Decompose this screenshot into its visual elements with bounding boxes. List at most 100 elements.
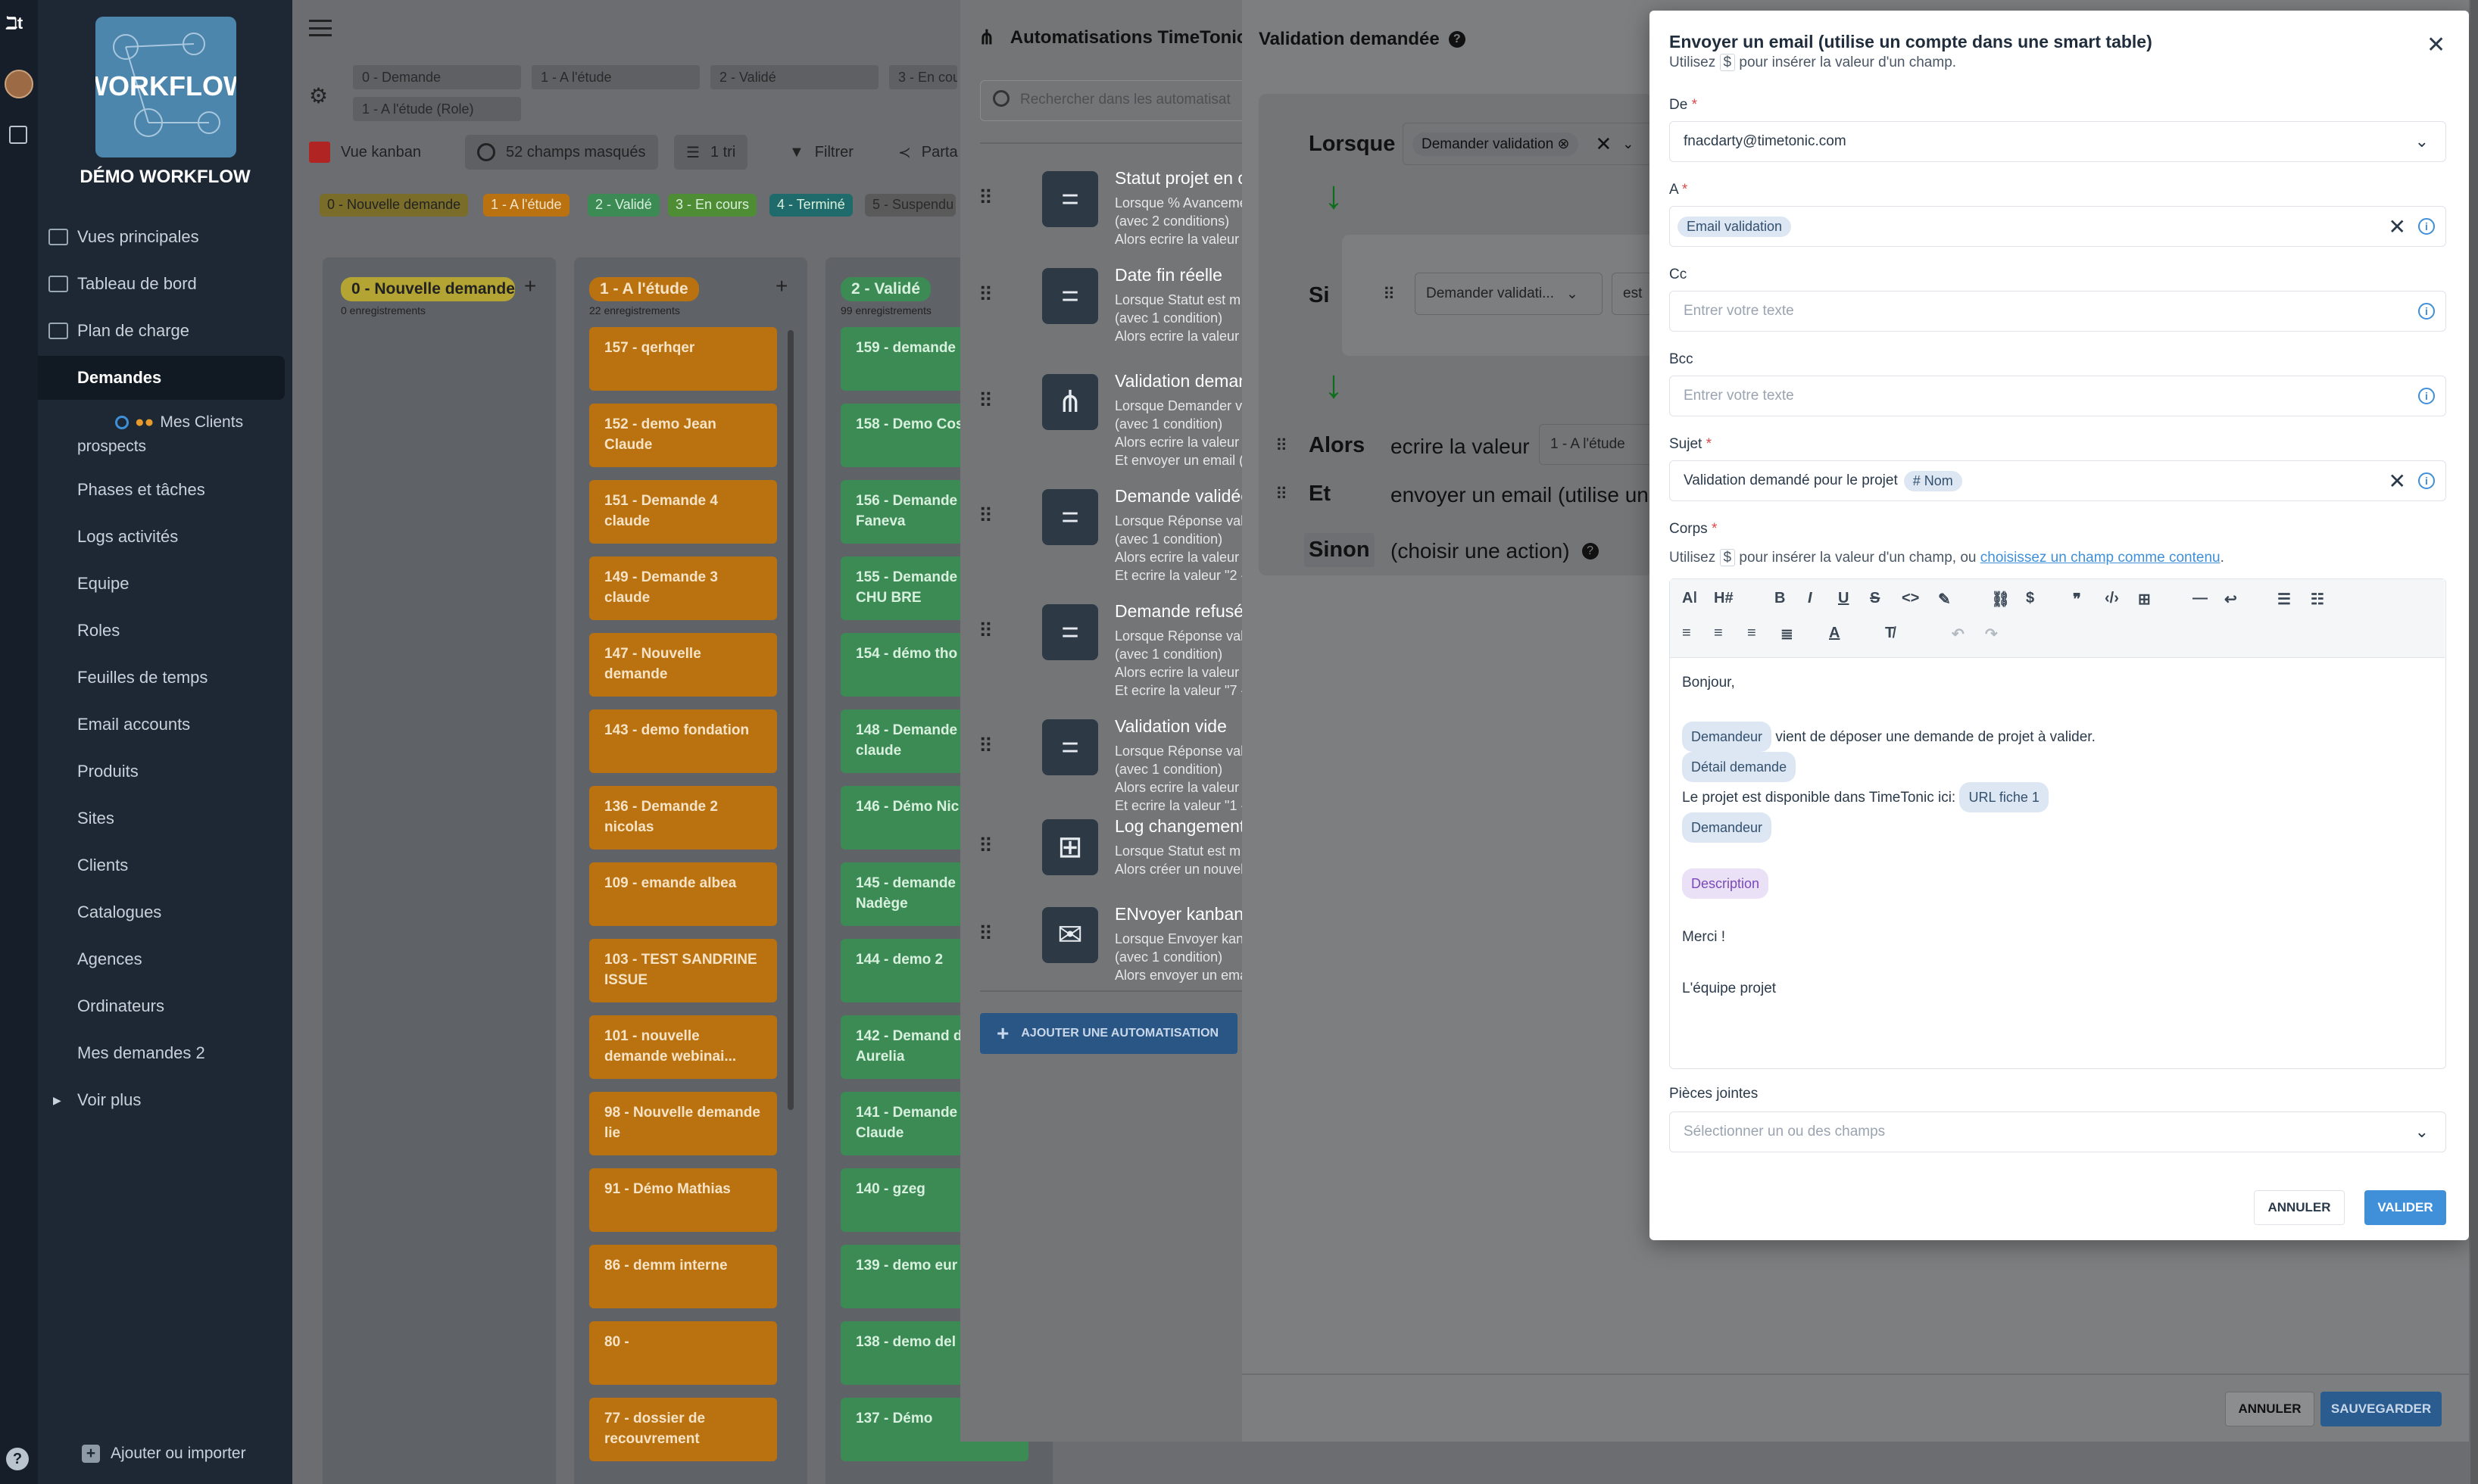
- code-icon[interactable]: <>: [1902, 590, 1919, 607]
- save-button[interactable]: SAUVEGARDER: [2320, 1392, 2442, 1426]
- body-tag-url[interactable]: URL fiche 1: [1959, 782, 2049, 812]
- hidden-fields-button[interactable]: 52 champs masqués: [465, 135, 658, 170]
- drag-handle-icon[interactable]: ⠿: [978, 283, 993, 307]
- align-left-icon[interactable]: ≡: [1682, 625, 1691, 642]
- info-icon[interactable]: i: [2418, 388, 2435, 404]
- filter-chip-3[interactable]: 3 - En cou: [889, 65, 957, 89]
- drag-handle-icon[interactable]: ⠿: [978, 619, 993, 643]
- body-tag-demandeur[interactable]: Demandeur: [1682, 722, 1772, 752]
- bullet-list-icon[interactable]: ☰: [2277, 590, 2291, 609]
- sidebar-item-phases[interactable]: Phases et tâches: [38, 468, 285, 512]
- redo-icon[interactable]: ↷: [1985, 625, 1998, 644]
- filter-chip-4[interactable]: 1 - A l'étude (Role): [353, 97, 521, 121]
- automation-item[interactable]: ⠿ = Demande refusée Lorsque Réponse vali…: [975, 601, 1278, 710]
- menu-icon[interactable]: [309, 20, 332, 36]
- sidebar-item-mes-clients[interactable]: ●● Mes Clients prospects: [77, 410, 282, 459]
- and-action[interactable]: envoyer un email (utilise un c: [1390, 483, 1660, 507]
- subject-input[interactable]: Validation demandé pour le projet # Nom …: [1669, 460, 2446, 501]
- card[interactable]: 136 - Demande 2 nicolas: [589, 786, 777, 850]
- align-center-icon[interactable]: ≡: [1714, 625, 1723, 642]
- sidebar-item-roles[interactable]: Roles: [38, 609, 285, 653]
- add-automation-button[interactable]: + AJOUTER UNE AUTOMATISATION: [980, 1013, 1237, 1054]
- calendar-icon[interactable]: [9, 126, 27, 144]
- automation-item[interactable]: ⠿ = Demande validée Lorsque Réponse vali…: [975, 486, 1278, 595]
- help-icon[interactable]: ?: [1581, 543, 1599, 560]
- info-icon[interactable]: i: [2418, 218, 2435, 235]
- automation-item[interactable]: ⠿ ✉ ENvoyer kanban Lorsque Envoyer kanb(…: [975, 904, 1278, 1013]
- cc-input[interactable]: Entrer votre texte i: [1669, 291, 2446, 332]
- horizontal-rule-icon[interactable]: —: [2192, 590, 2208, 607]
- sidebar-item-tableau-de-bord[interactable]: Tableau de bord: [38, 262, 285, 306]
- filter-settings-icon[interactable]: ⚙: [309, 83, 328, 108]
- align-justify-icon[interactable]: ≣: [1780, 625, 1793, 644]
- italic-icon[interactable]: I: [1808, 590, 1812, 607]
- subject-tag[interactable]: # Nom: [1903, 470, 1962, 491]
- card[interactable]: 147 - Nouvelle demande: [589, 633, 777, 697]
- column-scrollbar[interactable]: [788, 330, 794, 1110]
- card[interactable]: 86 - demm interne: [589, 1245, 777, 1308]
- card[interactable]: 91 - Démo Mathias: [589, 1168, 777, 1232]
- drag-handle-icon[interactable]: ⠿: [978, 504, 993, 528]
- sidebar-item-feuilles[interactable]: Feuilles de temps: [38, 656, 285, 700]
- drag-handle-icon[interactable]: ⠿: [1275, 485, 1287, 504]
- dollar-icon[interactable]: $: [2026, 590, 2034, 607]
- sidebar-item-ordinateurs[interactable]: Ordinateurs: [38, 984, 285, 1028]
- drag-handle-icon[interactable]: ⠿: [1275, 436, 1287, 456]
- info-icon[interactable]: i: [2418, 303, 2435, 320]
- sidebar-item-voir-plus[interactable]: ▶ Voir plus: [38, 1078, 285, 1122]
- sidebar-item-sites[interactable]: Sites: [38, 797, 285, 840]
- card[interactable]: 103 - TEST SANDRINE ISSUE: [589, 939, 777, 1002]
- validate-button[interactable]: VALIDER: [2364, 1190, 2446, 1225]
- chevron-down-icon[interactable]: ⌄: [1622, 136, 1634, 152]
- card[interactable]: 98 - Nouvelle demande lie: [589, 1092, 777, 1155]
- drag-handle-icon[interactable]: ⠿: [978, 834, 993, 858]
- from-select[interactable]: fnacdarty@timetonic.com ⌄: [1669, 121, 2446, 162]
- automation-item[interactable]: ⠿ = Statut projet en co Lorsque % Avance…: [975, 168, 1278, 277]
- automations-search-input[interactable]: Rechercher dans les automatisat: [980, 80, 1278, 121]
- avatar[interactable]: [5, 70, 33, 98]
- body-tag-demandeur-2[interactable]: Demandeur: [1682, 812, 1772, 843]
- add-card-icon[interactable]: +: [776, 274, 788, 298]
- card[interactable]: 80 -: [589, 1321, 777, 1385]
- sort-button[interactable]: ☰ 1 tri: [674, 135, 748, 170]
- code-block-icon[interactable]: ‹/›: [2105, 590, 2119, 607]
- clear-icon[interactable]: ✕: [1595, 132, 1612, 156]
- cancel-button[interactable]: ANNULER: [2225, 1392, 2314, 1426]
- sidebar-item-logs[interactable]: Logs activités: [38, 515, 285, 559]
- font-size-icon[interactable]: Aǀ: [1682, 590, 1697, 607]
- add-card-icon[interactable]: +: [524, 274, 536, 298]
- kanban-view-button[interactable]: Vue kanban: [309, 136, 421, 168]
- sidebar-item-email-accounts[interactable]: Email accounts: [38, 703, 285, 747]
- help-icon[interactable]: ?: [6, 1448, 29, 1470]
- sidebar-item-mes-demandes-2[interactable]: Mes demandes 2: [38, 1031, 285, 1075]
- filter-chip-0[interactable]: 0 - Demande: [353, 65, 521, 89]
- sidebar-item-vues-principales[interactable]: Vues principales: [38, 215, 285, 259]
- card[interactable]: 101 - nouvelle demande webinai...: [589, 1015, 777, 1079]
- sidebar-item-clients[interactable]: Clients: [38, 843, 285, 887]
- sidebar-item-catalogues[interactable]: Catalogues: [38, 890, 285, 934]
- choose-field-link[interactable]: choisissez un champ comme contenu: [1980, 550, 2221, 566]
- clear-format-icon[interactable]: T̸: [1885, 625, 1894, 642]
- card[interactable]: 149 - Demande 3 claude: [589, 556, 777, 620]
- table-icon[interactable]: ⊞: [2138, 590, 2151, 609]
- sidebar-item-produits[interactable]: Produits: [38, 750, 285, 793]
- app-logo-icon[interactable]: ℶt: [6, 14, 32, 33]
- share-button[interactable]: ≺ Parta: [898, 136, 958, 168]
- strikethrough-icon[interactable]: S: [1870, 590, 1880, 607]
- bcc-input[interactable]: Entrer votre texte i: [1669, 376, 2446, 416]
- condition-field-select[interactable]: Demander validati... ⌄: [1415, 273, 1603, 315]
- page-scrollbar[interactable]: [2470, 0, 2478, 1484]
- help-icon[interactable]: ?: [1448, 31, 1465, 48]
- bold-icon[interactable]: B: [1774, 590, 1785, 607]
- info-icon[interactable]: i: [2418, 472, 2435, 489]
- drag-handle-icon[interactable]: ⠿: [1383, 285, 1395, 304]
- card[interactable]: 109 - emande albea: [589, 862, 777, 926]
- then-value-select[interactable]: 1 - A l'étude: [1539, 424, 1660, 465]
- add-import-button[interactable]: + Ajouter ou importer: [82, 1445, 246, 1463]
- line-break-icon[interactable]: ↩: [2224, 590, 2237, 609]
- body-tag-detail[interactable]: Détail demande: [1682, 752, 1796, 782]
- workspace-logo[interactable]: WORKFLOW: [95, 17, 236, 157]
- automation-item[interactable]: ⠿ ⋔ Validation demand Lorsque Demander v…: [975, 371, 1278, 480]
- sidebar-item-plan-de-charge[interactable]: Plan de charge: [38, 309, 285, 353]
- text-color-icon[interactable]: A: [1829, 625, 1840, 642]
